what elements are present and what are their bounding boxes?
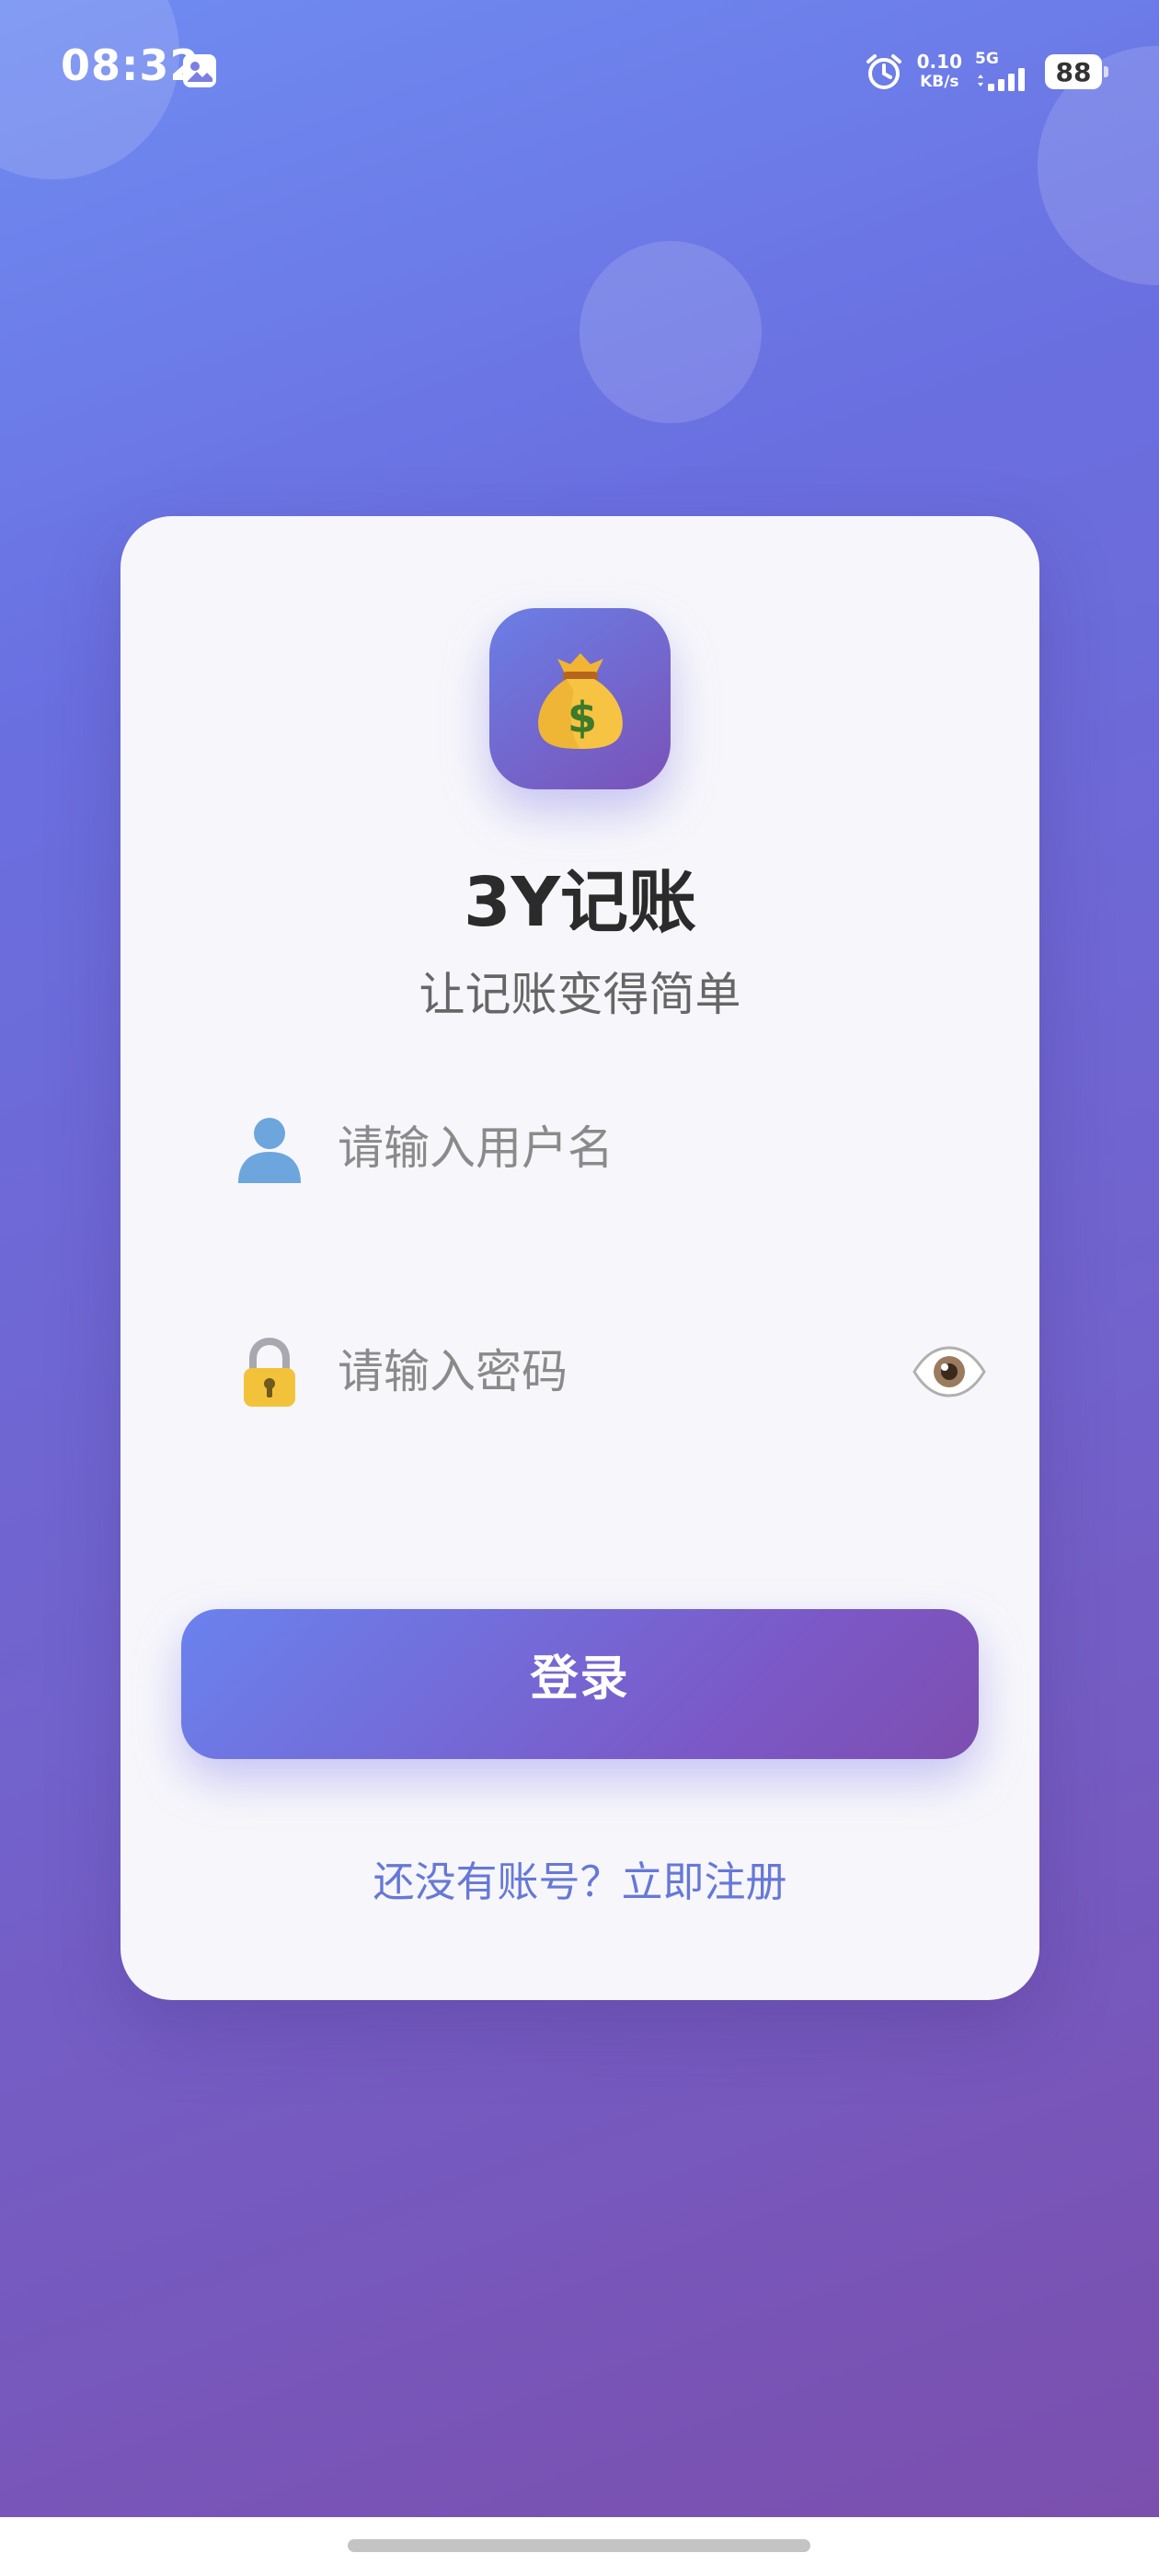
- username-input[interactable]: [338, 1107, 979, 1190]
- user-icon: [238, 1118, 301, 1183]
- money-bag-icon: $: [537, 652, 623, 749]
- svg-text:$: $: [567, 693, 596, 742]
- home-indicator[interactable]: [348, 2539, 810, 2552]
- register-link[interactable]: 还没有账号？立即注册: [120, 1848, 1039, 1908]
- battery-indicator: 88: [1045, 54, 1108, 89]
- login-button[interactable]: 登录: [181, 1609, 979, 1759]
- gallery-notification-icon: [183, 54, 216, 87]
- status-bar: 08:32 0.10 KB/s 5G 88: [0, 0, 1159, 138]
- app-logo: $: [489, 608, 671, 789]
- signal-type-label: 5G: [975, 50, 999, 68]
- network-speed-unit: KB/s: [920, 73, 959, 91]
- cellular-signal: 5G: [975, 51, 1032, 93]
- login-card: $ 3Y记账 让记账变得简单 请输入用户名 登录 还没有账号？立即注册: [120, 516, 1039, 2000]
- signal-bars-icon: [978, 68, 1025, 91]
- username-field[interactable]: [181, 1070, 979, 1226]
- network-speed: 0.10 KB/s: [917, 52, 962, 92]
- decorative-circle: [580, 241, 762, 423]
- password-field[interactable]: [181, 1294, 986, 1450]
- alarm-icon: [866, 54, 901, 89]
- status-indicators: 0.10 KB/s 5G 88: [864, 46, 1108, 98]
- network-speed-value: 0.10: [916, 51, 962, 73]
- lock-icon: [244, 1337, 295, 1407]
- login-screen: 08:32 0.10 KB/s 5G 88 $ 3Y记账 让记账变得简单 请输入…: [0, 0, 1159, 2517]
- eye-icon[interactable]: [911, 1344, 988, 1399]
- status-time: 08:32: [61, 40, 201, 90]
- app-subtitle: 让记账变得简单: [419, 968, 741, 1021]
- password-input[interactable]: [338, 1330, 911, 1413]
- app-title: 3Y记账: [463, 863, 697, 942]
